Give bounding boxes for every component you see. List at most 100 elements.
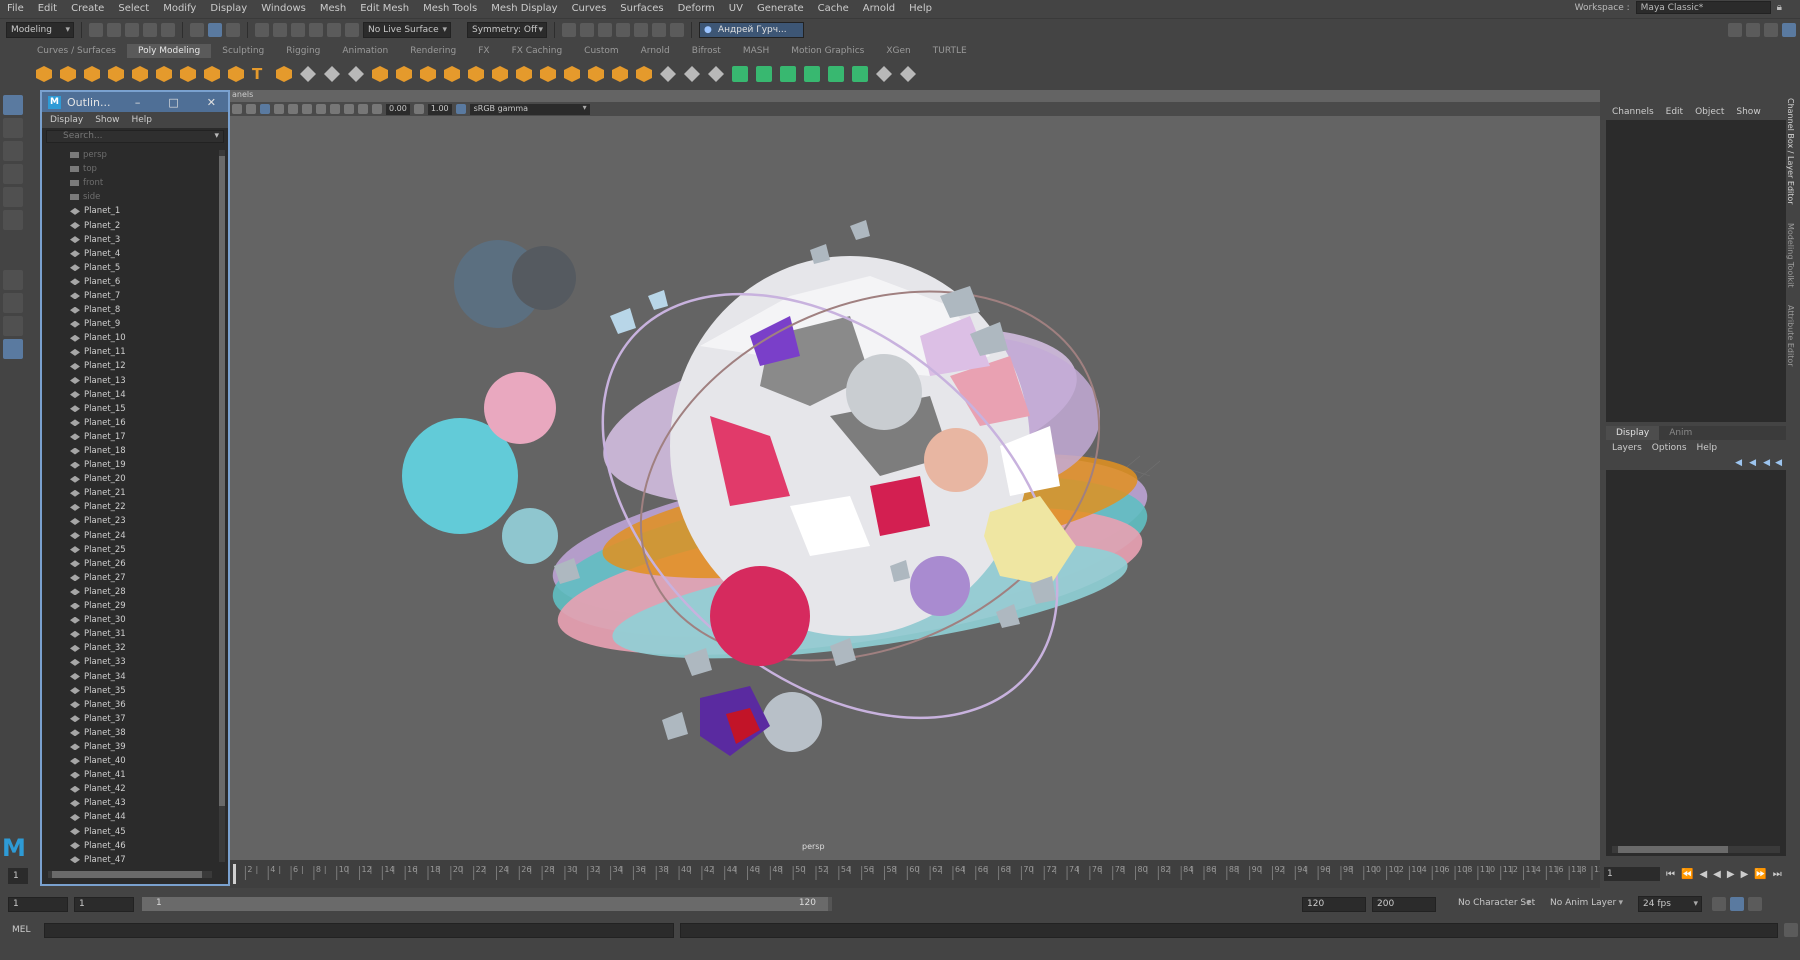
combine-icon[interactable] (300, 66, 316, 82)
fps-dropdown[interactable]: 24 fps (1638, 896, 1702, 912)
channel-box[interactable] (1606, 104, 1786, 422)
platonic-solid-icon[interactable] (204, 66, 220, 82)
preferences-icon[interactable] (1748, 897, 1762, 911)
outliner-item[interactable]: Planet_43 (42, 796, 218, 810)
magnet-icon[interactable] (345, 22, 359, 37)
close-icon[interactable]: ✕ (207, 96, 216, 109)
anim-layer-dropdown[interactable]: No Anim Layer (1546, 896, 1626, 912)
play-backward-icon[interactable]: ◀ (1713, 869, 1721, 880)
minimize-icon[interactable]: – (135, 96, 141, 109)
uv-automatic-icon[interactable] (756, 66, 772, 82)
hypershade-icon[interactable] (634, 22, 648, 37)
time-slider[interactable]: 2 4 6 8 10 12 14 16 18 20 22 24 26 28 30 32 34 36 38 40 42 44… (230, 860, 1600, 888)
auto-key-icon[interactable] (1730, 897, 1744, 911)
render-view-icon[interactable] (562, 22, 576, 37)
outliner-camera-item[interactable]: top (42, 162, 218, 176)
show-menu[interactable]: Show (1736, 104, 1760, 120)
bridge-icon[interactable] (612, 66, 628, 82)
remesh-icon[interactable] (540, 66, 556, 82)
wireframe-icon[interactable] (246, 104, 256, 114)
shelf-tab-fx[interactable]: FX (467, 44, 500, 58)
play-forward-icon[interactable]: ▶ (1727, 869, 1735, 880)
shelf-tab-xgen[interactable]: XGen (875, 44, 921, 58)
side-tab-channel-box[interactable]: Channel Box / Layer Editor (1786, 98, 1795, 205)
side-tab-attribute-editor[interactable]: Attribute Editor (1786, 305, 1795, 367)
outliner-item[interactable]: Planet_36 (42, 698, 218, 712)
step-forward-frame-icon[interactable]: ▶ (1741, 869, 1749, 880)
boolean-difference-icon[interactable] (396, 66, 412, 82)
xray-icon[interactable] (316, 104, 326, 114)
mirror-icon[interactable] (444, 66, 460, 82)
outliner-item[interactable]: Planet_22 (42, 500, 218, 514)
side-tab-modeling-toolkit[interactable]: Modeling Toolkit (1786, 223, 1795, 287)
camera-icon[interactable] (232, 104, 242, 114)
ipr-render-icon[interactable] (598, 22, 612, 37)
outliner-item[interactable]: Planet_37 (42, 712, 218, 726)
go-to-start-icon[interactable]: ⏮ (1666, 869, 1675, 880)
outliner-menu-show[interactable]: Show (95, 112, 119, 128)
maximize-icon[interactable]: □ (168, 96, 178, 109)
menu-cache[interactable]: Cache (811, 3, 856, 14)
poly-sphere-icon[interactable] (36, 66, 52, 82)
menu-set-dropdown[interactable]: Modeling (6, 21, 74, 38)
outliner-titlebar[interactable]: M Outlin... – □ ✕ (42, 92, 228, 112)
lock-icon[interactable]: 🔒︎ (1777, 2, 1782, 13)
fill-hole-icon[interactable] (492, 66, 508, 82)
scrollbar-thumb[interactable] (1618, 846, 1728, 853)
loop-icon[interactable] (1712, 897, 1726, 911)
outliner-item[interactable]: Planet_30 (42, 613, 218, 627)
scene-view[interactable] (230, 116, 1600, 836)
menu-generate[interactable]: Generate (750, 3, 811, 14)
outliner-item[interactable]: Planet_46 (42, 839, 218, 853)
current-time-marker[interactable] (233, 864, 236, 884)
outliner-item[interactable]: Planet_21 (42, 486, 218, 500)
gamma-icon[interactable] (413, 104, 424, 114)
uv-spherical-icon[interactable] (804, 66, 820, 82)
poly-cylinder-icon[interactable] (84, 66, 100, 82)
outliner-item[interactable]: Planet_14 (42, 388, 218, 402)
outliner-item[interactable]: Planet_10 (42, 331, 218, 345)
layers-menu[interactable]: Layers (1612, 440, 1642, 456)
outliner-item[interactable]: Planet_2 (42, 218, 218, 232)
outliner-item[interactable]: Planet_17 (42, 430, 218, 444)
menu-edit[interactable]: Edit (31, 3, 64, 14)
reduce-icon[interactable] (516, 66, 532, 82)
shelf-tab-fx-caching[interactable]: FX Caching (501, 44, 574, 58)
menu-deform[interactable]: Deform (671, 3, 722, 14)
shelf-tab-curves-surfaces[interactable]: Curves / Surfaces (26, 44, 127, 58)
new-empty-layer-icon[interactable]: ◀ (1763, 458, 1770, 468)
outliner-item[interactable]: Planet_11 (42, 345, 218, 359)
render-frame-icon[interactable] (580, 22, 594, 37)
exposure-field[interactable]: 0.00 (386, 103, 410, 115)
script-editor-icon[interactable] (1784, 923, 1798, 937)
menu-windows[interactable]: Windows (254, 3, 313, 14)
uv-toolkit-icon[interactable] (900, 66, 916, 82)
outliner-item[interactable]: Planet_35 (42, 684, 218, 698)
user-account-button[interactable]: Андрей Гурч... (699, 21, 804, 38)
grid-icon[interactable] (344, 104, 354, 114)
poly-cone-icon[interactable] (108, 66, 124, 82)
outliner-layout-icon[interactable] (3, 339, 23, 359)
outliner-item[interactable]: Planet_26 (42, 557, 218, 571)
outliner-item[interactable]: Planet_29 (42, 599, 218, 613)
target-weld-icon[interactable] (708, 66, 724, 82)
step-back-frame-icon[interactable]: ◀ (1699, 869, 1707, 880)
outliner-camera-item[interactable]: front (42, 176, 218, 190)
outliner-item[interactable]: Planet_41 (42, 768, 218, 782)
menu-uv[interactable]: UV (722, 3, 750, 14)
outliner-item[interactable]: Planet_33 (42, 655, 218, 669)
outliner-item[interactable]: Planet_47 (42, 853, 218, 867)
tab-display[interactable]: Display (1606, 426, 1660, 440)
boolean-union-icon[interactable] (372, 66, 388, 82)
sweep-mesh-icon[interactable] (228, 66, 244, 82)
color-management-icon[interactable] (455, 104, 466, 114)
channels-menu[interactable]: Channels (1612, 104, 1654, 120)
exposure-icon[interactable] (372, 104, 382, 114)
outliner-item[interactable]: Planet_9 (42, 317, 218, 331)
tab-anim[interactable]: Anim (1659, 426, 1702, 440)
range-slider[interactable]: 1 120 (142, 897, 832, 911)
separate-icon[interactable] (324, 66, 340, 82)
uv-layout-icon[interactable] (852, 66, 868, 82)
shelf-tab-rigging[interactable]: Rigging (275, 44, 331, 58)
uv-editor-icon[interactable] (876, 66, 892, 82)
